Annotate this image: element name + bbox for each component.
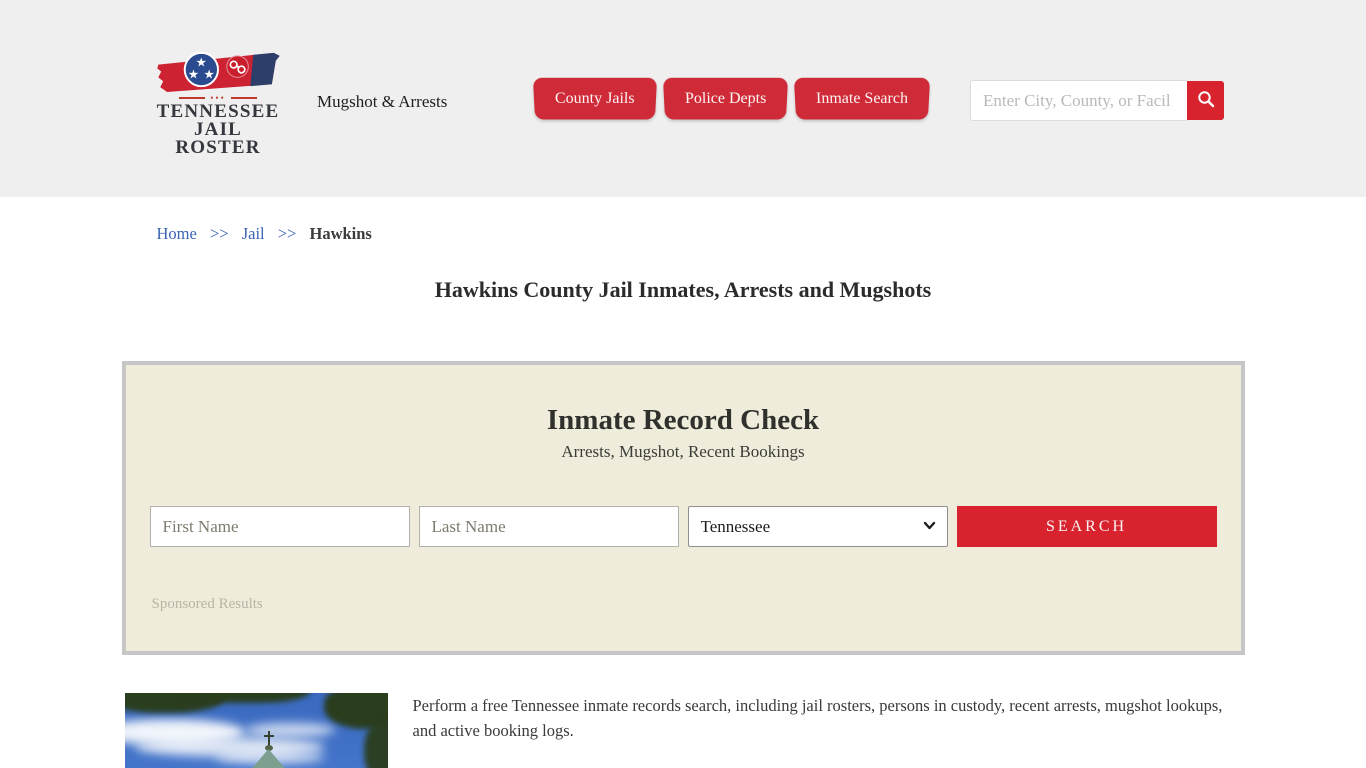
intro-section: Perform a free Tennessee inmate records … xyxy=(122,693,1245,768)
cloud-shape xyxy=(244,723,335,737)
inmate-record-check-panel: Inmate Record Check Arrests, Mugshot, Re… xyxy=(121,361,1245,655)
main-content: Home >> Jail >> Hawkins Hawkins County J… xyxy=(121,197,1245,768)
nav-inmate-search-button[interactable]: Inmate Search xyxy=(793,77,931,120)
page-title: Hawkins County Jail Inmates, Arrests and… xyxy=(434,277,932,302)
main-nav: County Jails Police Depts Inmate Search xyxy=(532,77,931,120)
breadcrumb-current: Hawkins xyxy=(309,224,372,243)
first-name-field-wrap xyxy=(149,506,410,547)
header-search-button[interactable] xyxy=(1187,81,1224,120)
nav-police-depts-button[interactable]: Police Depts xyxy=(662,77,788,120)
search-icon xyxy=(1196,89,1216,112)
jail-photo xyxy=(124,693,388,768)
logo-title-line2: JAIL ROSTER xyxy=(175,119,261,158)
breadcrumb-home-link[interactable]: Home xyxy=(157,224,197,243)
breadcrumb-separator: >> xyxy=(277,224,297,243)
breadcrumb-separator: >> xyxy=(209,224,229,243)
facility-search-input[interactable] xyxy=(970,80,1187,121)
svg-text:★: ★ xyxy=(203,67,214,81)
tennessee-state-flag-icon: ★ ★ ★ xyxy=(155,48,281,94)
header-search xyxy=(970,80,1224,121)
last-name-field-wrap xyxy=(418,506,679,547)
record-check-subtitle: Arrests, Mugshot, Recent Bookings xyxy=(561,442,805,461)
sponsored-results-label: Sponsored Results xyxy=(151,596,263,612)
logo-divider: ••• xyxy=(155,94,281,103)
intro-paragraph-1: Perform a free Tennessee inmate records … xyxy=(412,696,1223,740)
page: ★ ★ ★ ••• TENNESSEE JAIL ROSTER Mugshot … xyxy=(0,0,1366,768)
breadcrumb: Home >> Jail >> Hawkins xyxy=(122,197,1245,244)
record-check-form: Tennessee SEARCH xyxy=(149,506,1217,547)
first-name-input[interactable] xyxy=(149,506,410,547)
site-tagline: Mugshot & Arrests xyxy=(317,92,448,111)
intro-text: Perform a free Tennessee inmate records … xyxy=(413,693,1245,768)
search-button[interactable]: SEARCH xyxy=(956,506,1217,547)
state-select-wrap: Tennessee xyxy=(687,506,948,547)
site-logo[interactable]: ★ ★ ★ ••• TENNESSEE JAIL ROSTER xyxy=(155,48,281,157)
svg-text:★: ★ xyxy=(188,67,199,81)
breadcrumb-jail-link[interactable]: Jail xyxy=(242,224,265,243)
last-name-input[interactable] xyxy=(418,506,679,547)
record-check-title: Inmate Record Check xyxy=(546,404,820,436)
site-header: ★ ★ ★ ••• TENNESSEE JAIL ROSTER Mugshot … xyxy=(0,0,1366,197)
state-select[interactable]: Tennessee xyxy=(687,506,948,547)
nav-county-jails-button[interactable]: County Jails xyxy=(532,77,657,120)
